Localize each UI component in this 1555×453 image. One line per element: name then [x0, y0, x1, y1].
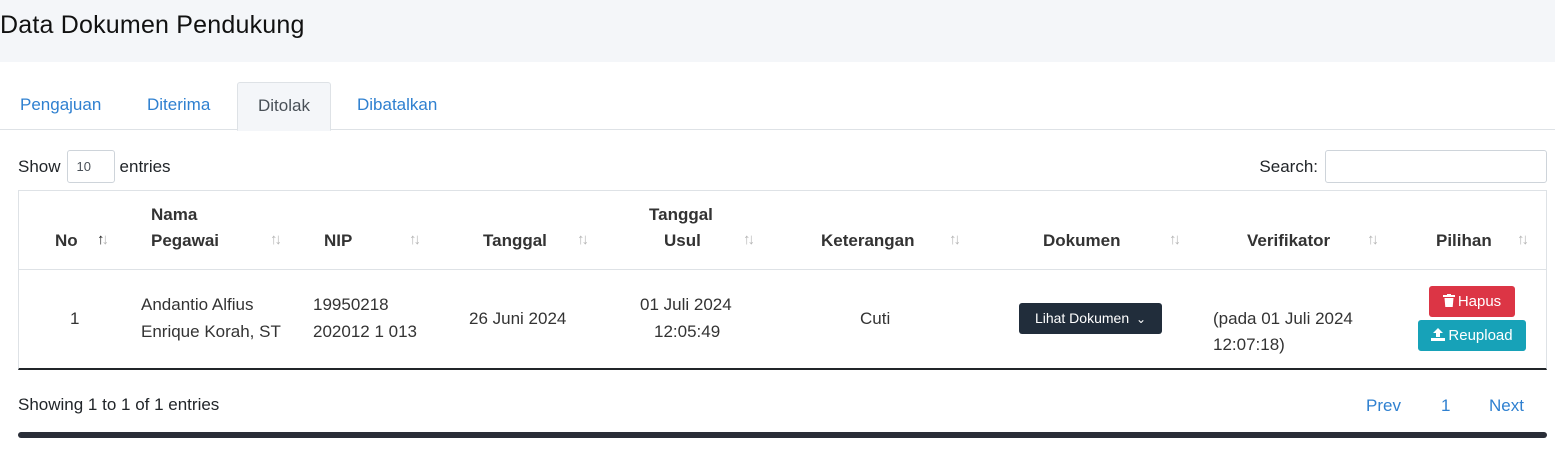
- cell-nama-line2: Enrique Korah, ST: [141, 322, 281, 341]
- data-table: No ↑↓ Nama Pegawai ↑↓ NIP ↑↓ Tanggal ↑↓ …: [18, 190, 1547, 370]
- search-label: Search:: [1259, 156, 1318, 176]
- cell-no: 1: [70, 309, 80, 328]
- page-length-select[interactable]: 10: [66, 150, 115, 183]
- cell-tanggal-usul-line1: 01 Juli 2024: [640, 295, 732, 314]
- lihat-dokumen-label: Lihat Dokumen: [1034, 310, 1130, 326]
- cell-tanggal: 26 Juni 2024: [469, 309, 567, 328]
- reupload-button[interactable]: Reupload: [1418, 320, 1526, 351]
- cell-verifikator-line1: (pada 01 Juli 2024: [1213, 309, 1353, 328]
- cell-keterangan: Cuti: [860, 309, 891, 328]
- sort-arrows-icon: ↑↓: [270, 231, 282, 248]
- cell-nama-line1: Andantio Alfius: [141, 295, 254, 314]
- hapus-label: Hapus: [1457, 293, 1502, 310]
- trash-icon: [1442, 286, 1455, 317]
- table-row: 1 Andantio Alfius Enrique Korah, ST 1995…: [19, 270, 1546, 369]
- reupload-label: Reupload: [1448, 327, 1513, 344]
- search-input[interactable]: [1325, 150, 1547, 183]
- sort-arrows-icon: ↑↓: [1169, 231, 1181, 248]
- table-header: No ↑↓ Nama Pegawai ↑↓ NIP ↑↓ Tanggal ↑↓ …: [19, 191, 1546, 270]
- chevron-down-icon: ⌄: [1136, 312, 1147, 326]
- sort-arrows-icon: ↑↓: [97, 231, 109, 248]
- sort-arrows-icon: ↑↓: [577, 231, 589, 248]
- pagination-next[interactable]: Next: [1489, 396, 1524, 416]
- cell-verifikator-line2: 12:07:18): [1213, 335, 1285, 354]
- sort-arrows-icon: ↑↓: [743, 231, 755, 248]
- tab-diterima[interactable]: Diterima: [127, 82, 230, 130]
- upload-icon: [1431, 320, 1446, 351]
- cell-nip-line1: 19950218: [313, 295, 389, 314]
- tab-ditolak[interactable]: Ditolak: [237, 82, 331, 131]
- cell-nip-line2: 202012 1 013: [313, 322, 417, 341]
- sort-arrows-icon: ↑↓: [409, 231, 421, 248]
- pagination-prev[interactable]: Prev: [1366, 396, 1401, 416]
- page-header: Data Dokumen Pendukung: [0, 0, 1555, 62]
- show-label: Show: [18, 156, 61, 176]
- table-info: Showing 1 to 1 of 1 entries: [18, 395, 220, 414]
- hapus-button[interactable]: Hapus: [1429, 286, 1515, 317]
- tab-pengajuan[interactable]: Pengajuan: [0, 82, 121, 130]
- tab-bar: Pengajuan Diterima Ditolak Dibatalkan: [0, 82, 1555, 131]
- sort-arrows-icon: ↑↓: [1367, 231, 1379, 248]
- pagination-page-1[interactable]: 1: [1441, 396, 1450, 416]
- page-title: Data Dokumen Pendukung: [0, 11, 305, 39]
- tab-dibatalkan[interactable]: Dibatalkan: [337, 82, 457, 130]
- entries-label: entries: [119, 156, 171, 176]
- page-length-control: Show 10 entries: [18, 150, 171, 183]
- horizontal-scrollbar[interactable]: [18, 432, 1547, 438]
- cell-tanggal-usul-line2: 12:05:49: [654, 322, 721, 341]
- sort-arrows-icon: ↑↓: [949, 231, 961, 248]
- lihat-dokumen-button[interactable]: Lihat Dokumen ⌄: [1019, 303, 1162, 334]
- search-control: Search:: [1259, 150, 1547, 183]
- sort-arrows-icon: ↑↓: [1517, 231, 1529, 248]
